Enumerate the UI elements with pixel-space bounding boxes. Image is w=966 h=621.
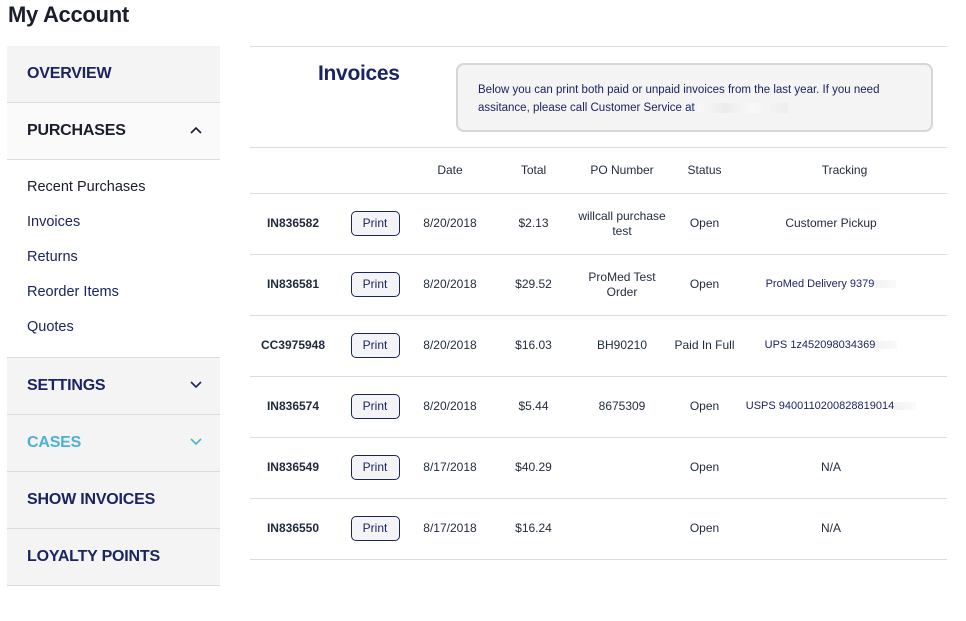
sidebar-item-returns[interactable]: Returns	[7, 240, 220, 275]
sidebar-section-overview[interactable]: OVERVIEW	[7, 46, 220, 103]
sidebar-section-show-invoices[interactable]: SHOW INVOICES	[7, 472, 220, 529]
invoice-po-number: ProMed Test Order	[577, 254, 667, 316]
invoice-status: Open	[667, 193, 742, 255]
table-row: IN836550 Print 8/17/2018 $16.24 Open N/A	[250, 498, 947, 560]
sidebar-item-recent-purchases[interactable]: Recent Purchases	[7, 170, 220, 205]
invoice-status: Open	[667, 437, 742, 499]
invoice-number: IN836582	[250, 193, 340, 255]
invoice-status: Open	[667, 498, 742, 560]
print-button[interactable]: Print	[350, 333, 400, 358]
invoice-po-number: 8675309	[577, 376, 667, 438]
invoice-po-number	[577, 498, 667, 560]
invoices-title: Invoices	[318, 62, 400, 85]
invoice-total: $40.29	[490, 437, 577, 499]
invoice-date: 8/20/2018	[410, 315, 490, 377]
invoice-number: CC3975948	[250, 315, 340, 377]
invoice-status: Paid In Full	[667, 315, 742, 377]
invoice-tracking: N/A	[742, 498, 947, 560]
print-button[interactable]: Print	[350, 211, 400, 236]
invoice-date: 8/20/2018	[410, 193, 490, 255]
sidebar-section-loyalty-points[interactable]: LOYALTY POINTS	[7, 529, 220, 586]
invoice-date: 8/17/2018	[410, 498, 490, 560]
tracking-link[interactable]: ProMed Delivery 9379	[742, 254, 947, 316]
table-row: IN836549 Print 8/17/2018 $40.29 Open N/A	[250, 437, 947, 499]
sidebar-section-label: PURCHASES	[27, 122, 126, 139]
print-cell: Print	[340, 376, 410, 438]
sidebar-section-label: LOYALTY POINTS	[27, 548, 160, 565]
print-button[interactable]: Print	[350, 455, 400, 480]
account-sidebar: OVERVIEW PURCHASES Recent Purchases Invo…	[7, 46, 220, 586]
print-button[interactable]: Print	[350, 516, 400, 541]
redacted-tracking-suffix	[874, 280, 897, 289]
tracking-link[interactable]: USPS 9400110200828819014	[742, 376, 947, 438]
sidebar-item-reorder-items[interactable]: Reorder Items	[7, 275, 220, 310]
table-header-row: Date Total PO Number Status Tracking	[250, 148, 947, 194]
redacted-phone	[697, 102, 788, 113]
invoices-table: Date Total PO Number Status Tracking IN8…	[250, 148, 947, 560]
sidebar-section-purchases[interactable]: PURCHASES	[7, 103, 220, 160]
invoice-number: IN836549	[250, 437, 340, 499]
invoices-panel: Invoices Below you can print both paid o…	[250, 46, 947, 560]
column-header-total: Total	[490, 148, 577, 194]
sidebar-section-label: CASES	[27, 434, 82, 451]
invoice-total: $2.13	[490, 193, 577, 255]
sidebar-section-settings[interactable]: SETTINGS	[7, 358, 220, 415]
invoice-date: 8/20/2018	[410, 376, 490, 438]
table-row: IN836581 Print 8/20/2018 $29.52 ProMed T…	[250, 254, 947, 316]
column-header-tracking: Tracking	[742, 148, 947, 194]
invoice-total: $29.52	[490, 254, 577, 316]
chevron-up-icon	[190, 126, 202, 136]
tracking-link[interactable]: UPS 1z452098034369	[742, 315, 947, 377]
invoice-status: Open	[667, 254, 742, 316]
sidebar-section-label: OVERVIEW	[27, 65, 112, 82]
invoice-date: 8/17/2018	[410, 437, 490, 499]
invoice-number: IN836574	[250, 376, 340, 438]
purchases-submenu: Recent Purchases Invoices Returns Reorde…	[7, 160, 220, 358]
column-header-status: Status	[667, 148, 742, 194]
print-button[interactable]: Print	[350, 394, 400, 419]
table-row: IN836582 Print 8/20/2018 $2.13 willcall …	[250, 193, 947, 255]
sidebar-item-invoices[interactable]: Invoices	[7, 205, 220, 240]
sidebar-section-label: SHOW INVOICES	[27, 491, 156, 508]
column-header-action	[340, 148, 410, 194]
print-cell: Print	[340, 315, 410, 377]
print-cell: Print	[340, 193, 410, 255]
info-text: Below you can print both paid or unpaid …	[478, 84, 880, 114]
invoice-tracking: Customer Pickup	[742, 193, 947, 255]
print-cell: Print	[340, 254, 410, 316]
column-header-po-number: PO Number	[577, 148, 667, 194]
print-cell: Print	[340, 437, 410, 499]
invoice-total: $5.44	[490, 376, 577, 438]
print-cell: Print	[340, 498, 410, 560]
invoice-tracking: N/A	[742, 437, 947, 499]
invoice-po-number: BH90210	[577, 315, 667, 377]
sidebar-section-label: SETTINGS	[27, 377, 106, 394]
table-row: IN836574 Print 8/20/2018 $5.44 8675309 O…	[250, 376, 947, 438]
column-header-number	[250, 148, 340, 194]
invoice-total: $16.03	[490, 315, 577, 377]
redacted-tracking-suffix	[875, 341, 898, 350]
table-row: CC3975948 Print 8/20/2018 $16.03 BH90210…	[250, 315, 947, 377]
invoice-number: IN836550	[250, 498, 340, 560]
chevron-down-icon	[190, 381, 202, 391]
column-header-date: Date	[410, 148, 490, 194]
redacted-tracking-suffix	[894, 402, 917, 411]
chevron-down-icon	[190, 438, 202, 448]
invoice-status: Open	[667, 376, 742, 438]
invoices-header: Invoices Below you can print both paid o…	[250, 47, 947, 148]
invoice-po-number: willcall purchase test	[577, 193, 667, 255]
invoice-total: $16.24	[490, 498, 577, 560]
sidebar-section-cases[interactable]: CASES	[7, 415, 220, 472]
invoice-date: 8/20/2018	[410, 254, 490, 316]
sidebar-item-quotes[interactable]: Quotes	[7, 310, 220, 345]
info-notice: Below you can print both paid or unpaid …	[456, 63, 933, 132]
invoice-po-number	[577, 437, 667, 499]
print-button[interactable]: Print	[350, 272, 400, 297]
invoice-number: IN836581	[250, 254, 340, 316]
page-title: My Account	[8, 2, 129, 27]
